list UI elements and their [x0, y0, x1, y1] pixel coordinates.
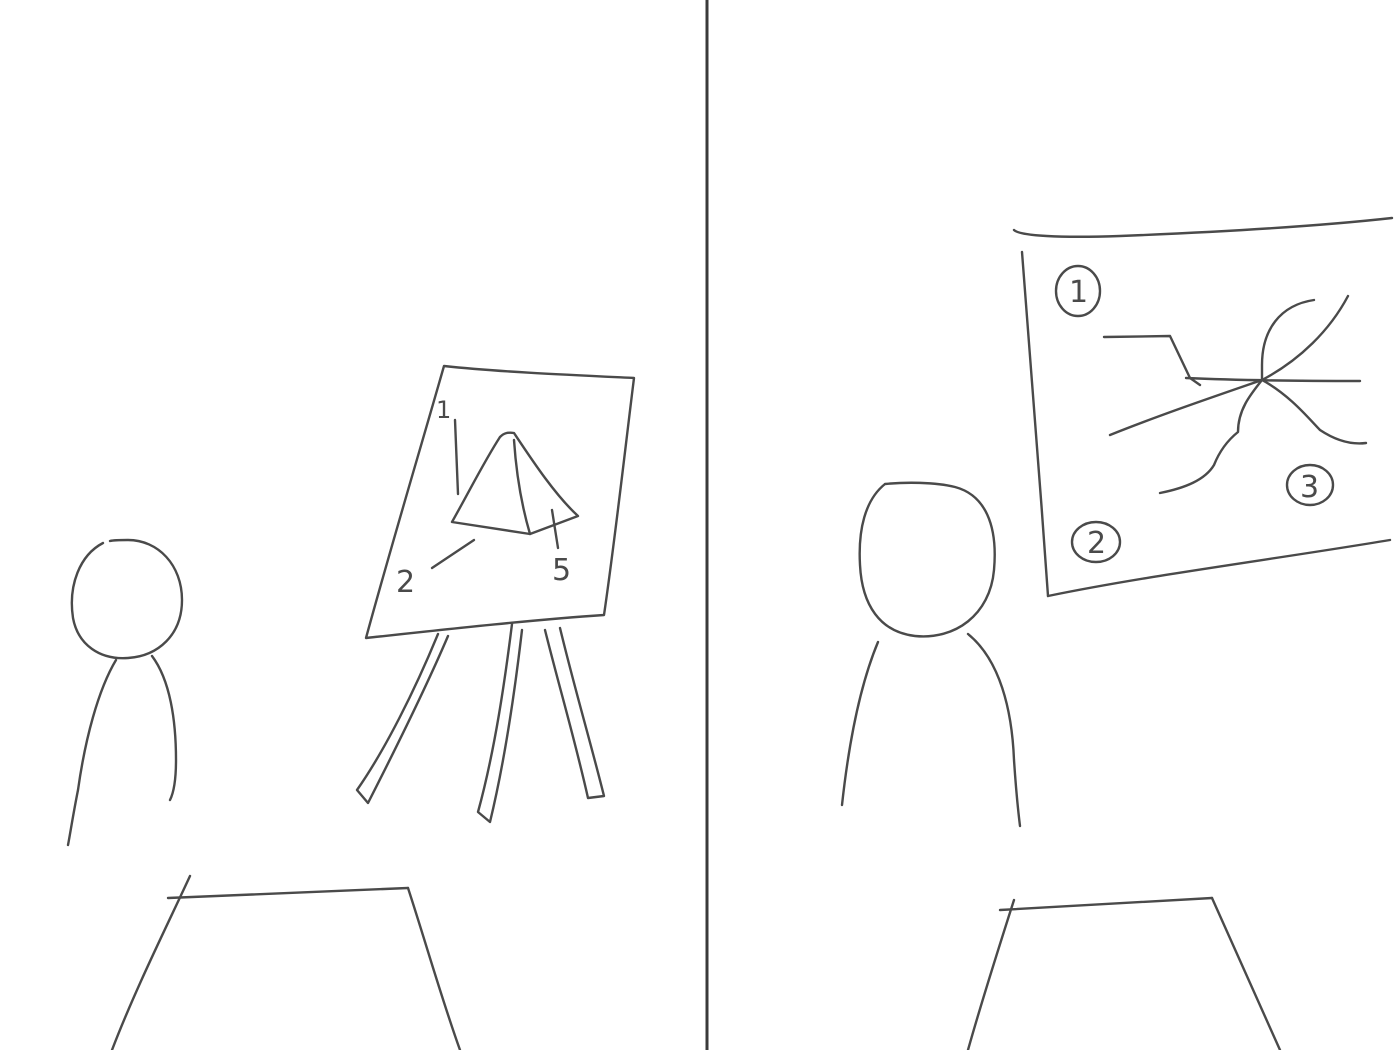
left-person-body-right [150, 654, 178, 802]
right-person-head [858, 481, 996, 638]
left-person-body-left [66, 658, 118, 847]
easel-label-5-line [550, 508, 560, 550]
map-route-curve-down [1260, 378, 1368, 445]
easel-label-5: 5 [552, 553, 571, 588]
easel: 1 2 5 [355, 364, 636, 824]
board-label-3: 3 [1285, 463, 1335, 507]
easel-label-1: 1 [436, 396, 451, 424]
board-label-3-text: 3 [1300, 470, 1319, 505]
right-person-body-left [840, 640, 880, 807]
easel-label-2-line [430, 538, 476, 570]
left-table-top-edge [166, 886, 410, 900]
right-table-top-edge [998, 896, 1214, 912]
map-route-curve-top [1260, 298, 1316, 382]
right-table-right-side [1210, 896, 1282, 1050]
easel-label-2: 2 [396, 565, 415, 600]
board-label-1-text: 1 [1069, 275, 1088, 310]
easel-leg-right [543, 626, 606, 800]
easel-leg-left [355, 632, 450, 805]
left-table-left-side [110, 874, 192, 1050]
right-person-body-right [966, 632, 1022, 828]
map-route-horizontal [1184, 376, 1362, 383]
board-label-2-text: 2 [1087, 526, 1106, 561]
right-person-figure [840, 481, 1022, 828]
board-label-1: 1 [1054, 264, 1102, 318]
left-person-head [70, 538, 184, 660]
right-panel: 1 2 3 [840, 216, 1394, 1050]
right-table-left-side [966, 898, 1016, 1050]
wall-board: 1 2 3 [1012, 216, 1394, 598]
map-route-diagonal [1108, 294, 1350, 437]
easel-leg-middle [476, 622, 524, 824]
board-label-2: 2 [1070, 520, 1122, 564]
left-table [110, 874, 462, 1050]
wall-board-top-edge [1012, 216, 1394, 238]
left-table-right-side [406, 886, 462, 1050]
left-person-figure [66, 538, 184, 847]
left-panel: 1 2 5 [66, 364, 636, 1050]
easel-label-1-line [453, 418, 460, 496]
storyboard-sketch: 1 2 5 1 2 3 [66, 0, 1394, 1050]
right-table [966, 896, 1282, 1050]
wall-board-left-edge [1020, 250, 1050, 598]
